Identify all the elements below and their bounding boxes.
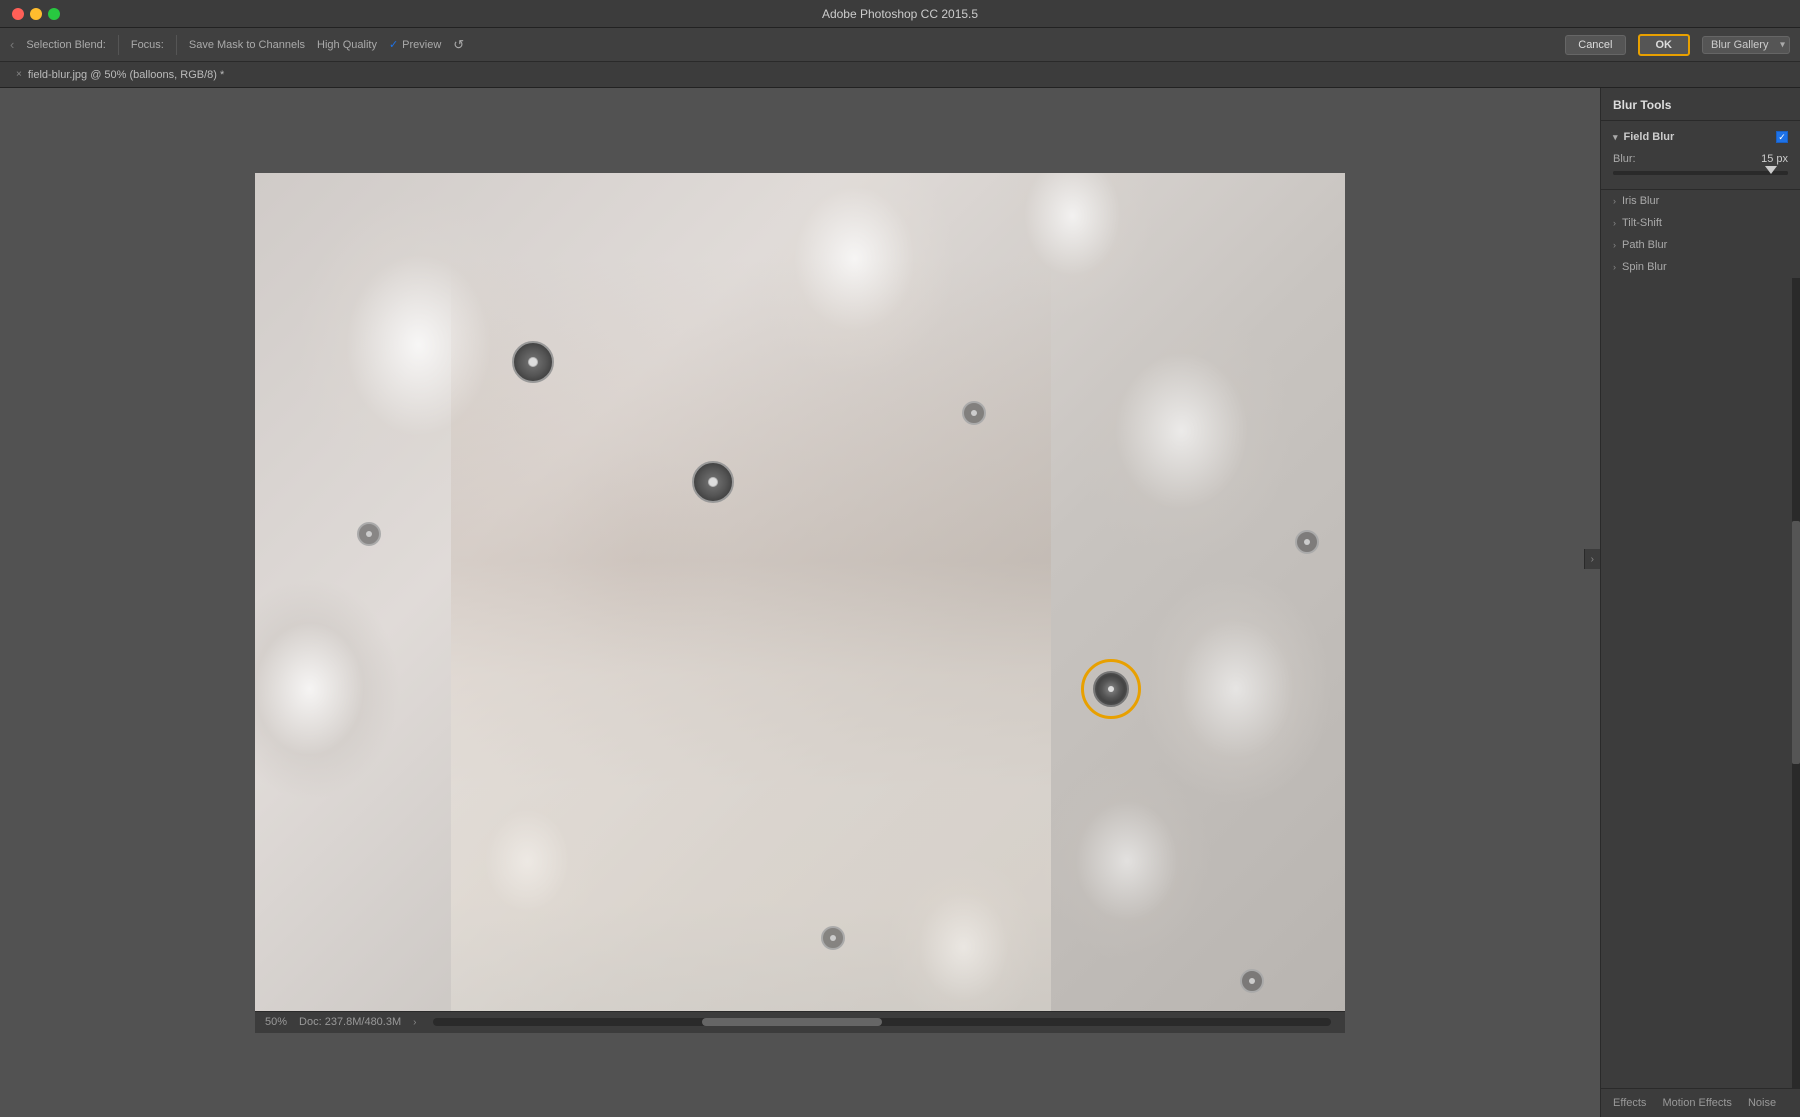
tilt-shift-label: Tilt-Shift bbox=[1622, 217, 1662, 229]
blur-label: Blur: bbox=[1613, 153, 1636, 165]
spin-blur-chevron: › bbox=[1613, 262, 1616, 272]
high-quality-checkbox[interactable]: High Quality bbox=[317, 39, 377, 51]
panel-title: Blur Tools bbox=[1601, 88, 1800, 121]
vertical-scrollbar[interactable] bbox=[1792, 278, 1800, 1088]
slider-fill bbox=[1613, 171, 1788, 175]
horizontal-scrollbar[interactable] bbox=[433, 1018, 1332, 1026]
document-tab[interactable]: × field-blur.jpg @ 50% (balloons, RGB/8)… bbox=[10, 69, 230, 81]
spin-blur-label: Spin Blur bbox=[1622, 261, 1667, 273]
field-blur-checkbox[interactable]: ✓ bbox=[1776, 131, 1788, 143]
scrollbar-v-thumb[interactable] bbox=[1792, 521, 1800, 764]
blur-pin-6[interactable] bbox=[1295, 530, 1319, 554]
panel-scroll-area bbox=[1601, 278, 1800, 1088]
close-button[interactable] bbox=[12, 8, 24, 20]
toolbar-separator-2 bbox=[176, 35, 177, 55]
blur-value: 15 px bbox=[1761, 153, 1788, 165]
tab-bar: × field-blur.jpg @ 50% (balloons, RGB/8)… bbox=[0, 62, 1800, 88]
zoom-level: 50% bbox=[265, 1016, 287, 1028]
mode-select-wrapper[interactable]: Blur Gallery Field Blur Iris Blur Tilt-S… bbox=[1702, 36, 1790, 54]
noise-tab[interactable]: Noise bbox=[1744, 1095, 1780, 1111]
canvas-image[interactable]: 50% Doc: 237.8M/480.3M › bbox=[255, 173, 1345, 1033]
tab-filename: field-blur.jpg @ 50% (balloons, RGB/8) * bbox=[28, 69, 224, 81]
maximize-button[interactable] bbox=[48, 8, 60, 20]
path-blur-label: Path Blur bbox=[1622, 239, 1667, 251]
preview-checkbox[interactable]: ✓ Preview bbox=[389, 38, 441, 51]
selection-blend-label: Selection Blend: bbox=[26, 39, 106, 51]
mode-select[interactable]: Blur Gallery Field Blur Iris Blur Tilt-S… bbox=[1702, 36, 1790, 54]
status-bar: 50% Doc: 237.8M/480.3M › bbox=[255, 1011, 1345, 1033]
motion-effects-tab[interactable]: Motion Effects bbox=[1658, 1095, 1736, 1111]
back-arrow[interactable]: ‹ bbox=[10, 37, 14, 52]
scrollbar-thumb[interactable] bbox=[702, 1018, 882, 1026]
field-blur-header[interactable]: ▾ Field Blur ✓ bbox=[1601, 127, 1800, 147]
field-blur-content: Blur: 15 px bbox=[1601, 147, 1800, 183]
field-blur-label: Field Blur bbox=[1624, 131, 1675, 143]
iris-blur-label: Iris Blur bbox=[1622, 195, 1659, 207]
blur-slider[interactable] bbox=[1613, 171, 1788, 175]
toolbar-separator bbox=[118, 35, 119, 55]
focus-label: Focus: bbox=[131, 39, 164, 51]
effects-tab[interactable]: Effects bbox=[1609, 1095, 1650, 1111]
field-blur-header-left: ▾ Field Blur bbox=[1613, 131, 1674, 143]
save-mask-button[interactable]: Save Mask to Channels bbox=[189, 39, 305, 51]
window-title: Adobe Photoshop CC 2015.5 bbox=[822, 7, 978, 21]
woman-figure bbox=[451, 259, 1051, 1016]
field-blur-chevron: ▾ bbox=[1613, 132, 1618, 143]
ok-button[interactable]: OK bbox=[1638, 34, 1691, 56]
tilt-shift-section[interactable]: › Tilt-Shift bbox=[1601, 212, 1800, 234]
path-blur-section[interactable]: › Path Blur bbox=[1601, 234, 1800, 256]
blur-pin-selected[interactable] bbox=[1081, 659, 1141, 719]
bottom-tabs-bar: Effects Motion Effects Noise bbox=[1601, 1088, 1800, 1117]
title-bar: Adobe Photoshop CC 2015.5 bbox=[0, 0, 1800, 28]
canvas-area[interactable]: 50% Doc: 237.8M/480.3M › bbox=[0, 88, 1600, 1117]
panel-collapse[interactable]: › bbox=[1584, 549, 1600, 569]
right-panel: Blur Tools ▾ Field Blur ✓ Blur: 15 px bbox=[1600, 88, 1800, 1117]
spin-blur-section[interactable]: › Spin Blur bbox=[1601, 256, 1800, 278]
blur-pin-1[interactable] bbox=[357, 522, 381, 546]
toolbar: ‹ Selection Blend: Focus: Save Mask to C… bbox=[0, 28, 1800, 62]
iris-blur-chevron: › bbox=[1613, 196, 1616, 206]
blur-pin-8[interactable] bbox=[1240, 969, 1264, 993]
iris-blur-section[interactable]: › Iris Blur bbox=[1601, 190, 1800, 212]
blur-control-row: Blur: 15 px bbox=[1613, 153, 1788, 165]
field-blur-section: ▾ Field Blur ✓ Blur: 15 px bbox=[1601, 121, 1800, 190]
status-arrow[interactable]: › bbox=[413, 1017, 416, 1028]
slider-thumb[interactable] bbox=[1765, 166, 1777, 174]
main-area: 50% Doc: 237.8M/480.3M › Blur Tools ▾ Fi… bbox=[0, 88, 1800, 1117]
reset-button[interactable]: ↺ bbox=[453, 37, 464, 53]
traffic-lights bbox=[12, 8, 60, 20]
doc-size: Doc: 237.8M/480.3M bbox=[299, 1016, 401, 1028]
tilt-shift-chevron: › bbox=[1613, 218, 1616, 228]
collapse-icon[interactable]: › bbox=[1587, 554, 1598, 565]
tab-close-icon[interactable]: × bbox=[16, 69, 22, 80]
path-blur-chevron: › bbox=[1613, 240, 1616, 250]
minimize-button[interactable] bbox=[30, 8, 42, 20]
cancel-button[interactable]: Cancel bbox=[1565, 35, 1625, 55]
